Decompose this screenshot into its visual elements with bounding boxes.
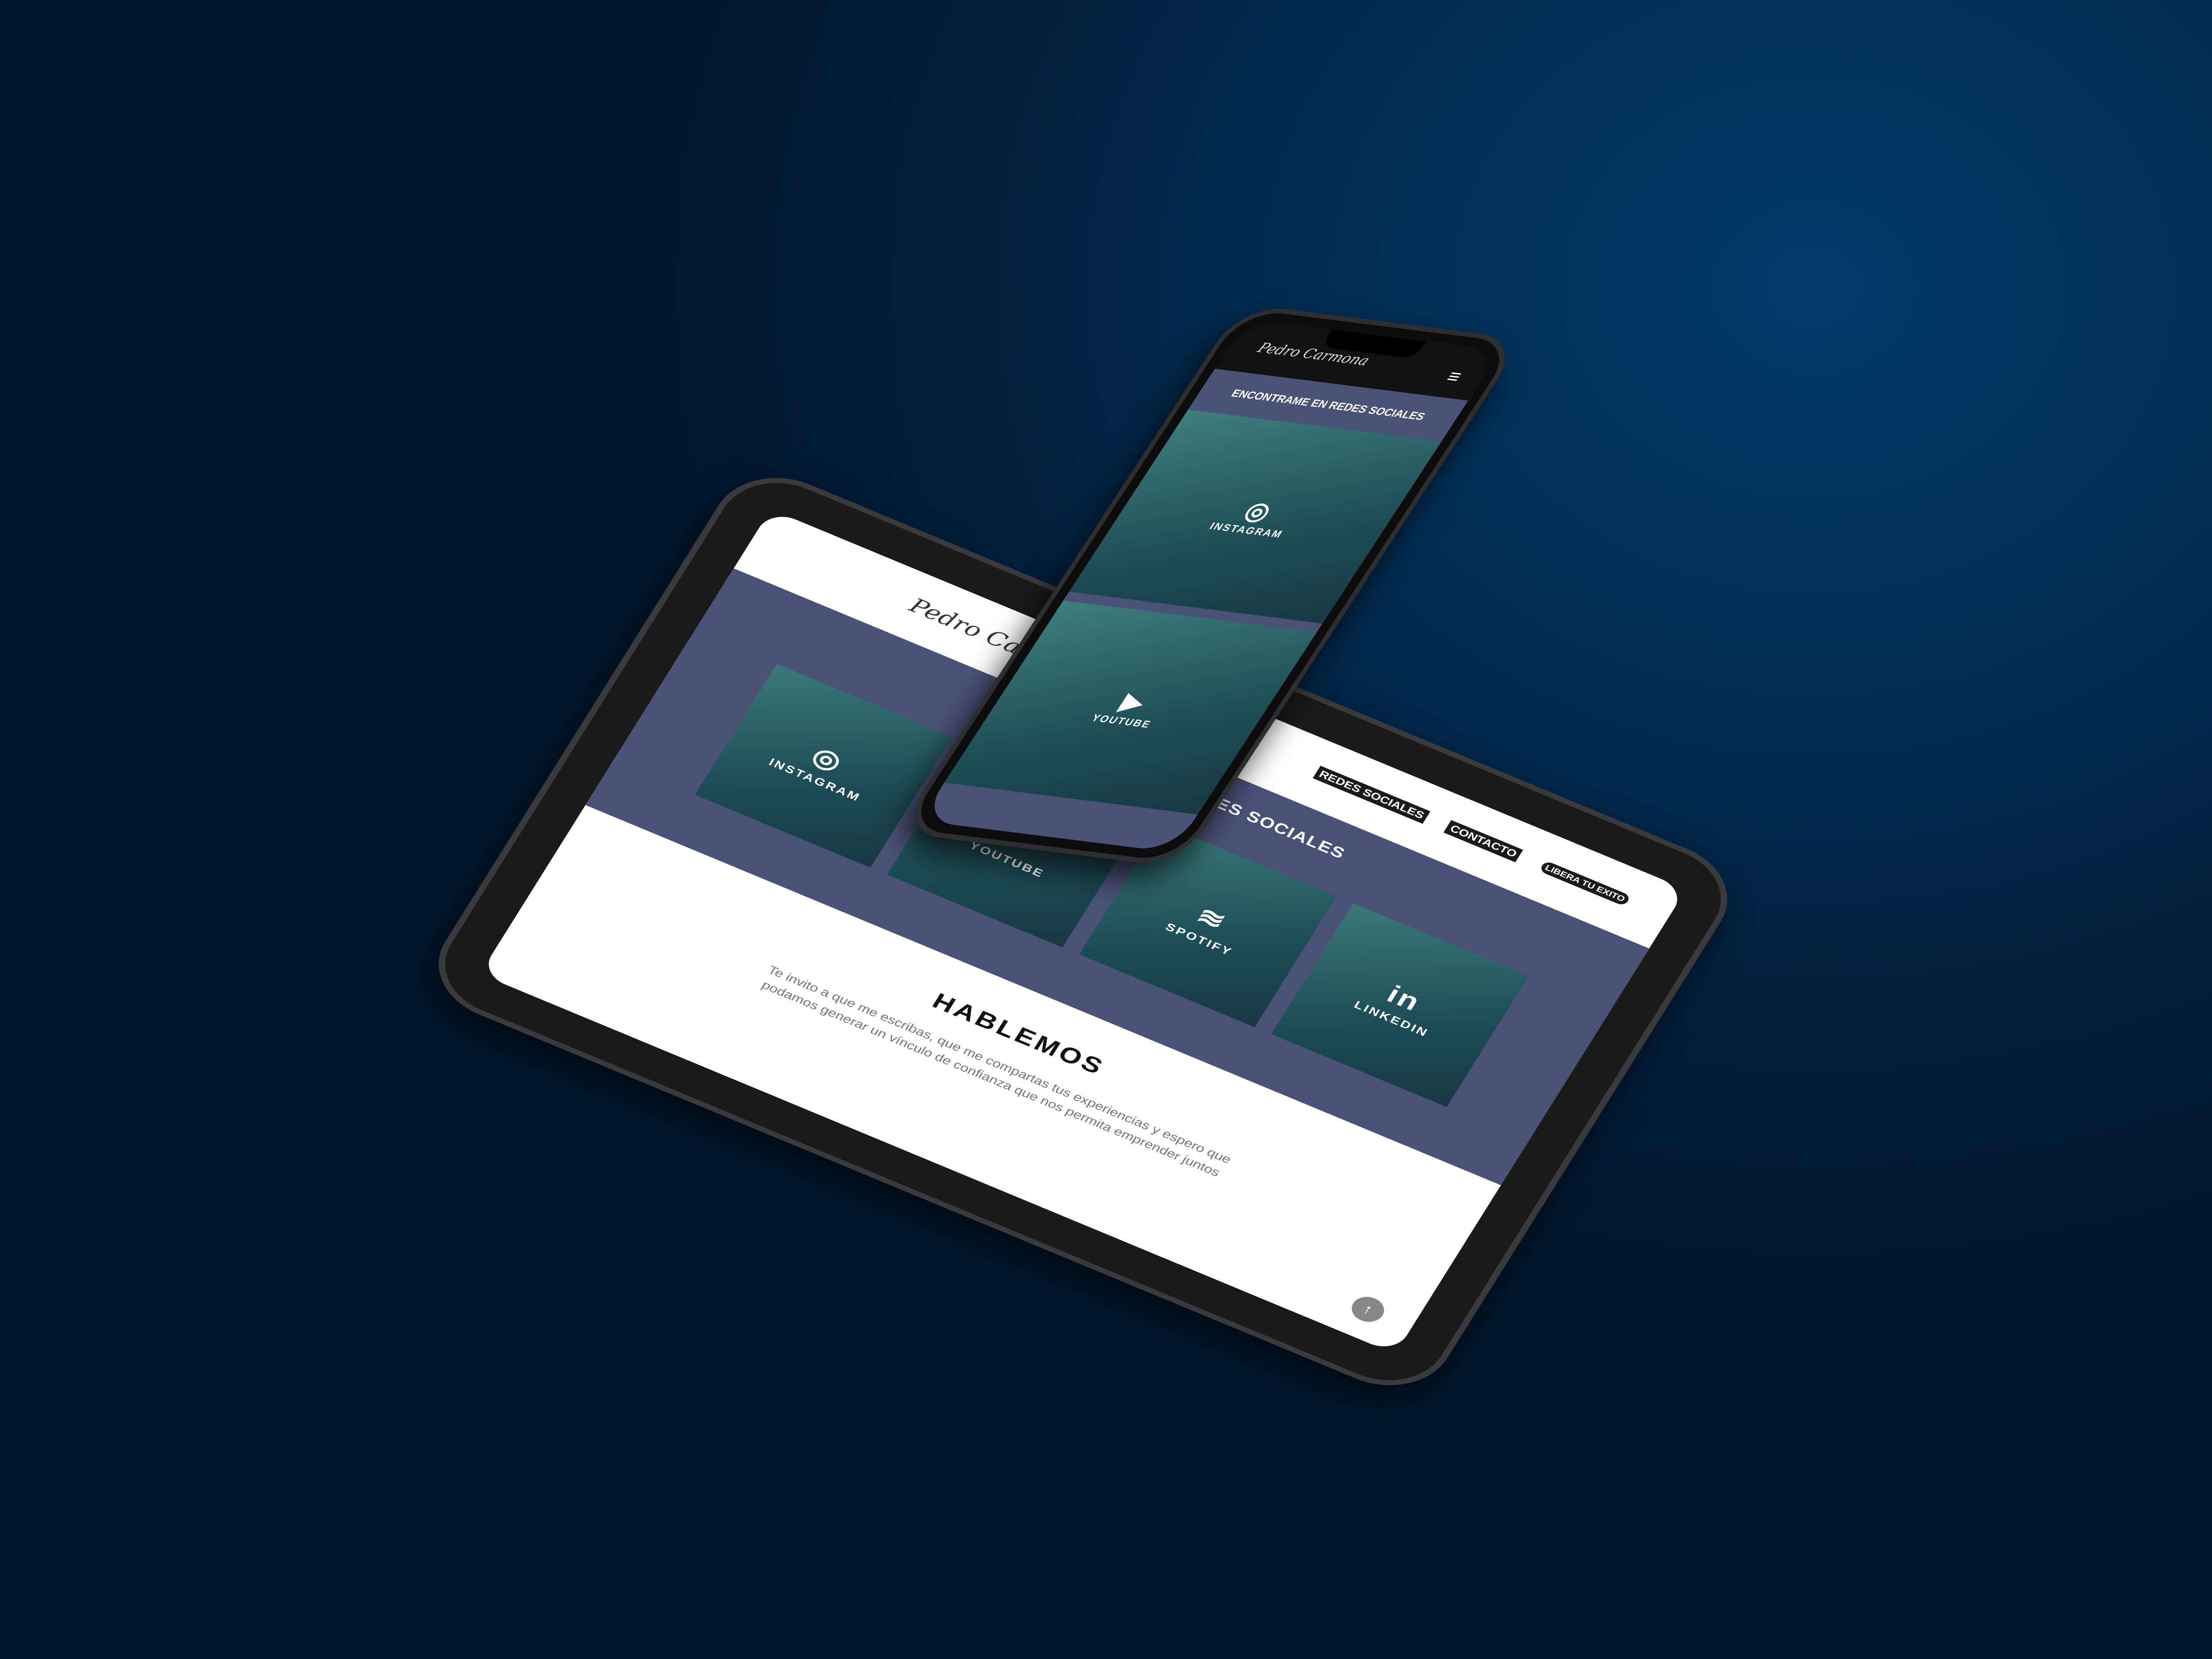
hamburger-menu-icon[interactable]: ≡ <box>1442 365 1467 387</box>
spotify-icon: ≋ <box>1191 901 1233 937</box>
cta-button[interactable]: LIBERA TU EXITO <box>1536 858 1634 909</box>
instagram-icon: ◎ <box>806 741 849 777</box>
nav-contacto[interactable]: CONTACTO <box>1444 820 1524 863</box>
phone-tile-instagram[interactable]: ◎ INSTAGRAM <box>1069 409 1442 624</box>
youtube-icon: ▶ <box>1115 687 1153 717</box>
nav-redes-sociales[interactable]: REDES SOCIALES <box>1313 765 1431 824</box>
scroll-up-button[interactable]: ↑ <box>1346 1292 1390 1326</box>
instagram-icon: ◎ <box>1238 496 1279 526</box>
